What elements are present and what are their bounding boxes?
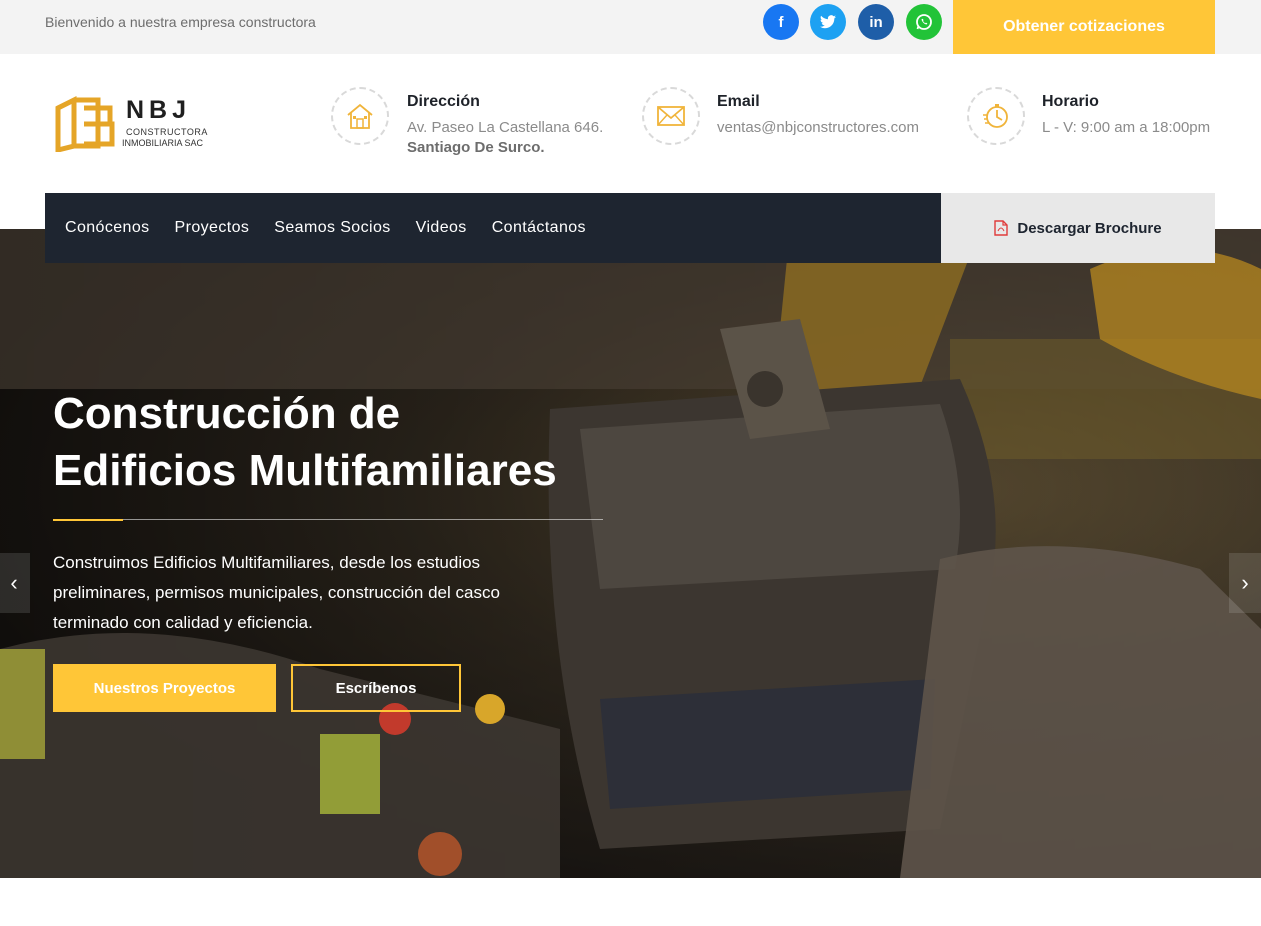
address-title: Dirección: [407, 93, 480, 110]
hero-divider-accent: [53, 519, 123, 521]
hero-title-line-2: Edificios Multifamiliares: [53, 446, 557, 495]
nav-item-seamos-socios[interactable]: Seamos Socios: [274, 219, 390, 237]
get-quotes-button[interactable]: Obtener cotizaciones: [953, 0, 1215, 54]
hero-title-line-1: Construcción de: [53, 389, 401, 438]
slider-prev-chevron-icon[interactable]: ‹: [0, 553, 30, 613]
nav-item-conocenos[interactable]: Conócenos: [65, 219, 150, 237]
slider-next-chevron-icon[interactable]: ›: [1229, 553, 1261, 613]
write-us-button[interactable]: Escríbenos: [291, 664, 461, 712]
top-bar: Bienvenido a nuestra empresa constructor…: [0, 0, 1261, 54]
address-line-2: Santiago De Surco.: [407, 139, 545, 156]
email-address[interactable]: ventas@nbjconstructores.com: [717, 119, 919, 136]
logo-mark-icon: [55, 95, 115, 152]
house-icon: [331, 87, 389, 145]
hero-description: Construimos Edificios Multifamiliares, d…: [53, 553, 500, 632]
logo-subtitle-2: INMOBILIARIA SAC: [122, 138, 204, 148]
nav-item-proyectos[interactable]: Proyectos: [175, 219, 250, 237]
email-title: Email: [717, 93, 760, 110]
nav-item-contactanos[interactable]: Contáctanos: [492, 219, 586, 237]
main-nav: Conócenos Proyectos Seamos Socios Videos…: [45, 193, 941, 263]
facebook-icon[interactable]: f: [763, 4, 799, 40]
pdf-icon: [994, 220, 1009, 236]
clock-icon: [967, 87, 1025, 145]
hero-divider: [53, 519, 603, 520]
hours-text: L - V: 9:00 am a 18:00pm: [1042, 119, 1211, 136]
twitter-icon[interactable]: [810, 4, 846, 40]
download-brochure-button[interactable]: Descargar Brochure: [941, 193, 1215, 263]
logo-subtitle-1: CONSTRUCTORA: [126, 127, 208, 137]
nav-item-videos[interactable]: Videos: [416, 219, 467, 237]
welcome-text: Bienvenido a nuestra empresa constructor…: [45, 14, 316, 30]
hours-title: Horario: [1042, 93, 1099, 110]
logo[interactable]: NBJ CONSTRUCTORA INMOBILIARIA SAC: [54, 92, 224, 154]
hero-title: Construcción de Edificios Multifamiliare…: [53, 385, 557, 499]
logo-name: NBJ: [126, 96, 192, 124]
our-projects-button[interactable]: Nuestros Proyectos: [53, 664, 276, 712]
envelope-icon: [642, 87, 700, 145]
download-brochure-label: Descargar Brochure: [1017, 219, 1162, 237]
whatsapp-icon[interactable]: [906, 4, 942, 40]
linkedin-icon[interactable]: in: [858, 4, 894, 40]
address-line-1: Av. Paseo La Castellana 646.: [407, 119, 604, 136]
